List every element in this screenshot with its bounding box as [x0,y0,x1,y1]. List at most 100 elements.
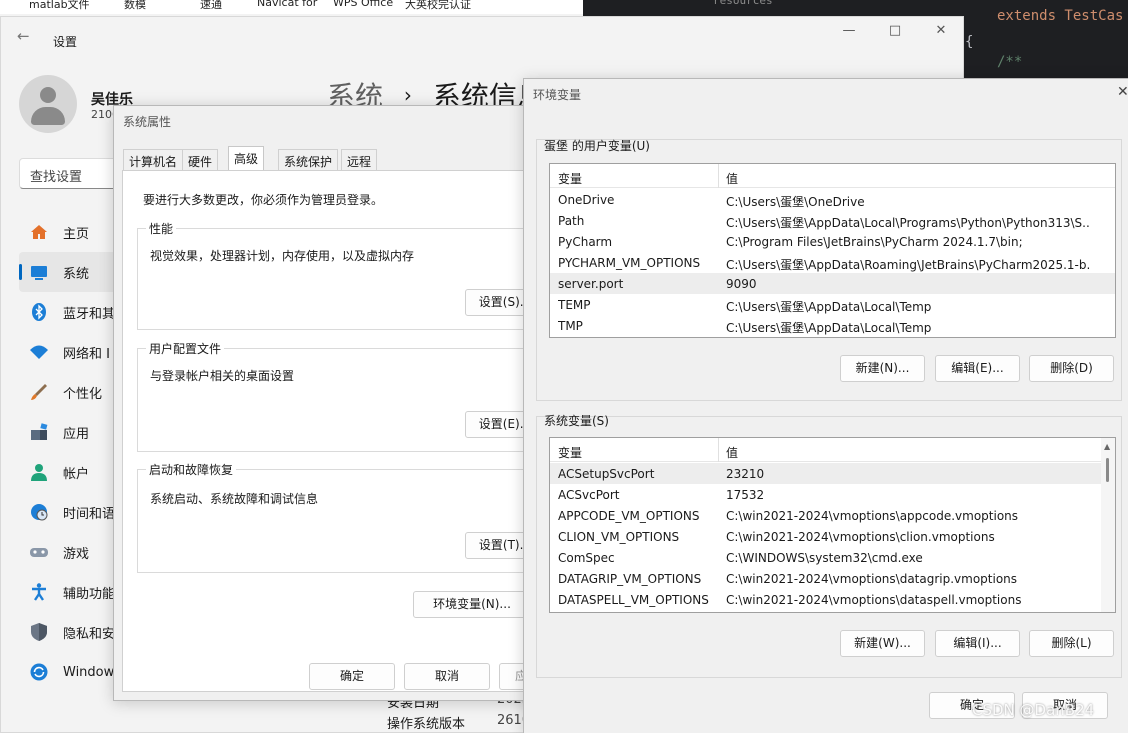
shield-icon [29,622,49,642]
system-new-button[interactable]: 新建(W)... [840,630,925,657]
chevron-right-icon: › [403,83,412,107]
table-row[interactable]: ACSvcPort 17532 [550,484,1115,505]
update-icon [29,662,49,682]
group-legend: 用户配置文件 [146,340,225,357]
avatar-head [40,87,56,103]
scroll-up-arrow-icon[interactable]: ▲ [1104,442,1110,451]
user-variables-label: 蛋堡 的用户变量(U) [544,139,650,153]
table-row[interactable]: TEMP C:\Users\蛋堡\AppData\Local\Temp [550,294,1115,315]
variable-value: C:\Users\蛋堡\AppData\Local\Programs\Pytho… [726,216,1091,230]
desktop-app-label[interactable]: 大英校完认证 [405,0,471,12]
tab-advanced[interactable]: 高级 [228,146,265,172]
avatar-body [31,107,65,125]
desktop-app-label[interactable]: matlab文件 [29,0,90,12]
variable-name: OneDrive [558,193,615,207]
table-row[interactable]: APPCODE_VM_OPTIONS C:\win2021-2024\vmopt… [550,505,1115,526]
system-delete-button[interactable]: 删除(L) [1029,630,1114,657]
variable-name: CLION_VM_OPTIONS [558,530,680,544]
tab-remote[interactable]: 远程 [341,149,378,171]
gamepad-icon [29,542,49,562]
variable-value: C:\WINDOWS\system32\cmd.exe [726,551,923,565]
environment-variables-button[interactable]: 环境变量(N)... [413,591,531,618]
variable-name: DATAGRIP_VM_OPTIONS [558,572,702,586]
sidebar-item-label: 网络和 I [63,346,110,362]
table-row[interactable]: DATASPELL_VM_OPTIONS C:\win2021-2024\vmo… [550,589,1115,610]
user-variables-list[interactable]: 变量 值 OneDrive C:\Users\蛋堡\OneDrive Path … [549,163,1116,338]
maximize-icon[interactable]: □ [885,23,905,38]
variable-value: C:\win2021-2024\vmoptions\dataspell.vmop… [726,593,1022,607]
table-row[interactable]: DATAGRIP_VM_OPTIONS C:\win2021-2024\vmop… [550,568,1115,589]
variable-name: TMP [558,319,583,333]
table-row[interactable]: ComSpec C:\WINDOWS\system32\cmd.exe [550,547,1115,568]
close-icon[interactable]: ✕ [1117,84,1128,100]
desktop-app-label[interactable]: WPS Office [333,0,393,9]
minimize-icon[interactable]: — [839,23,859,38]
bluetooth-icon [29,302,49,322]
table-row[interactable]: TMP C:\Users\蛋堡\AppData\Local\Temp [550,315,1115,336]
group-legend: 启动和故障恢复 [146,461,237,478]
variable-value: C:\Users\蛋堡\OneDrive [726,195,865,209]
variable-value: C:\Program Files\JetBrains\PyCharm 2024.… [726,235,1023,249]
variable-name: ComSpec [558,551,615,565]
sidebar-item-label: 帐户 [63,466,90,482]
table-row[interactable]: PyCharm C:\Program Files\JetBrains\PyCha… [550,231,1115,252]
desktop-app-label[interactable]: 速通 [200,0,222,12]
editor-file-hint: resources [713,0,773,7]
home-icon [29,222,49,242]
tab-hardware[interactable]: 硬件 [182,149,219,171]
table-row-selected[interactable]: ACSetupSvcPort 23210 [550,463,1115,484]
variable-name: server.port [558,277,624,291]
column-header-variable[interactable]: 变量 [558,444,582,461]
variable-value: C:\Users\蛋堡\AppData\Roaming\JetBrains\Py… [726,258,1091,272]
column-header-value[interactable]: 值 [726,170,738,187]
table-row[interactable]: Path C:\Users\蛋堡\AppData\Local\Programs\… [550,210,1115,231]
sidebar-item-label: 个性化 [63,386,103,402]
sidebar-item-label: 系统 [63,266,90,282]
user-profile-group: 用户配置文件 与登录帐户相关的桌面设置 设置(E)... [137,340,557,452]
sidebar-item-label: 应用 [63,426,90,442]
table-row-selected[interactable]: server.port 9090 [550,273,1115,294]
column-header-variable[interactable]: 变量 [558,170,582,187]
variable-name: PyCharm [558,235,613,249]
variable-value: C:\win2021-2024\vmoptions\datagrip.vmopt… [726,572,1018,586]
variable-value: C:\Users\蛋堡\AppData\Local\Temp [726,300,932,314]
desktop-app-label[interactable]: Navicat for [257,0,317,9]
close-icon[interactable]: ✕ [931,23,951,38]
desktop-app-label[interactable]: 数模 [124,0,146,12]
sidebar-item-label: 辅助功能 [63,586,116,602]
user-edit-button[interactable]: 编辑(E)... [935,355,1020,382]
admin-note: 要进行大多数更改，你必须作为管理员登录。 [143,193,384,207]
sidebar-item-label: 时间和语 [63,506,116,522]
performance-group: 性能 视觉效果，处理器计划，内存使用，以及虚拟内存 设置(S)... [137,220,557,330]
avatar[interactable] [19,75,77,133]
cancel-button[interactable]: 取消 [404,663,490,690]
table-row[interactable]: CLION_VM_OPTIONS C:\win2021-2024\vmoptio… [550,526,1115,547]
ok-button[interactable]: 确定 [309,663,395,690]
tab-computer-name[interactable]: 计算机名 [123,149,184,171]
system-properties-dialog: 系统属性 计算机名 硬件 高级 系统保护 远程 要进行大多数更改，你必须作为管理… [113,105,557,701]
sidebar-item-label: Window [63,664,115,680]
variable-name: TEMP [558,298,591,312]
group-description: 视觉效果，处理器计划，内存使用，以及虚拟内存 [150,249,415,263]
vertical-scrollbar[interactable]: ▲ [1101,438,1115,612]
variable-name: DATASPELL_VM_OPTIONS [558,593,709,607]
user-delete-button[interactable]: 删除(D) [1029,355,1114,382]
group-description: 与登录帐户相关的桌面设置 [150,369,295,383]
user-new-button[interactable]: 新建(N)... [840,355,925,382]
group-legend: 性能 [146,220,177,237]
column-divider [718,438,719,462]
back-arrow-icon[interactable]: ← [17,27,30,45]
scrollbar-thumb[interactable] [1106,458,1109,482]
system-icon [29,262,49,282]
editor-code-line: { [965,34,974,50]
system-variables-list[interactable]: 变量 值 ACSetupSvcPort 23210 ACSvcPort 1753… [549,437,1116,613]
sidebar-item-label: 游戏 [63,546,90,562]
clock-icon [29,502,49,522]
tab-system-protection[interactable]: 系统保护 [278,149,339,171]
variable-value: C:\win2021-2024\vmoptions\clion.vmoption… [726,530,995,544]
table-row[interactable]: OneDrive C:\Users\蛋堡\OneDrive [550,189,1115,210]
system-edit-button[interactable]: 编辑(I)... [935,630,1020,657]
variable-name: Path [558,214,585,228]
table-row[interactable]: PYCHARM_VM_OPTIONS C:\Users\蛋堡\AppData\R… [550,252,1115,273]
column-header-value[interactable]: 值 [726,444,738,461]
